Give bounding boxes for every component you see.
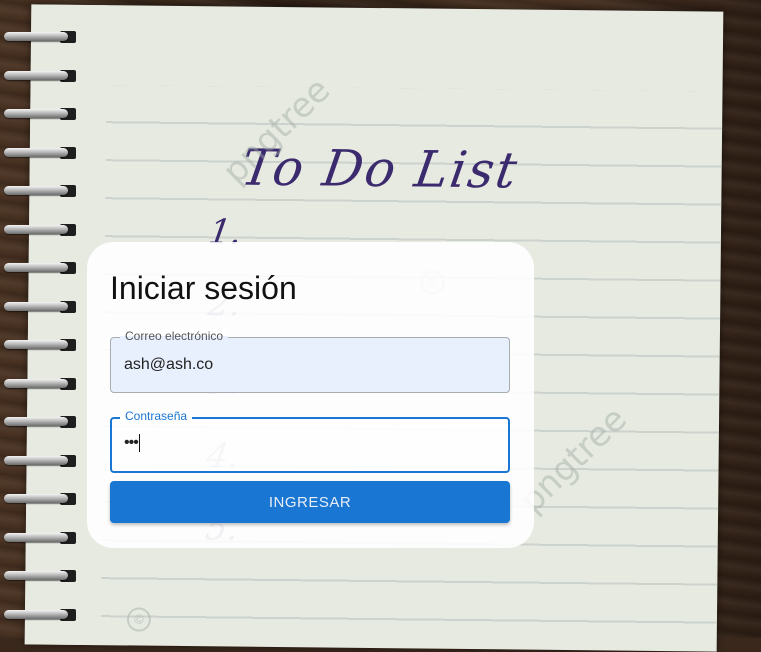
ring-wire	[4, 301, 68, 311]
copyright-icon: ©	[126, 607, 152, 632]
ring-wire	[4, 609, 68, 619]
ring-wire	[4, 70, 68, 80]
spiral-ring	[4, 454, 76, 468]
spiral-ring	[4, 69, 76, 83]
email-field-value: ash@ash.co	[124, 356, 214, 373]
password-field-value: •••	[124, 434, 140, 452]
login-title: Iniciar sesión	[110, 270, 297, 306]
ring-wire	[4, 32, 68, 41]
spiral-ring	[4, 223, 76, 237]
ring-wire	[4, 494, 68, 503]
ring-wire	[4, 224, 68, 234]
ring-wire	[4, 340, 68, 349]
email-field[interactable]: Correo electrónico ash@ash.co	[110, 329, 510, 393]
spiral-ring	[4, 146, 76, 160]
spiral-ring	[4, 300, 76, 314]
ring-wire	[4, 532, 68, 542]
spiral-ring	[4, 261, 76, 275]
password-field-label: Contraseña	[120, 409, 193, 423]
ring-wire	[4, 571, 68, 580]
spiral-ring	[4, 569, 76, 583]
login-card: Iniciar sesión Correo electrónico ash@as…	[87, 242, 534, 548]
spiral-ring	[4, 608, 76, 622]
text-caret	[138, 434, 140, 452]
email-field-label: Correo electrónico	[120, 329, 229, 343]
password-masked-value: •••	[124, 434, 139, 452]
ring-wire	[4, 147, 68, 157]
spiral-ring	[4, 107, 76, 121]
spiral-ring	[4, 377, 76, 391]
ring-wire	[4, 263, 68, 272]
ring-wire	[4, 417, 68, 426]
spiral-ring	[4, 415, 76, 429]
password-field[interactable]: Contraseña •••	[110, 409, 510, 473]
spiral-ring	[4, 30, 76, 44]
ring-wire	[4, 378, 68, 388]
notebook-spiral	[0, 30, 80, 640]
spiral-ring	[4, 492, 76, 506]
submit-button[interactable]: INGRESAR	[110, 481, 510, 523]
ring-wire	[4, 455, 68, 465]
spiral-ring	[4, 531, 76, 545]
spiral-ring	[4, 338, 76, 352]
spiral-ring	[4, 184, 76, 198]
ring-wire	[4, 109, 68, 118]
ring-wire	[4, 186, 68, 195]
